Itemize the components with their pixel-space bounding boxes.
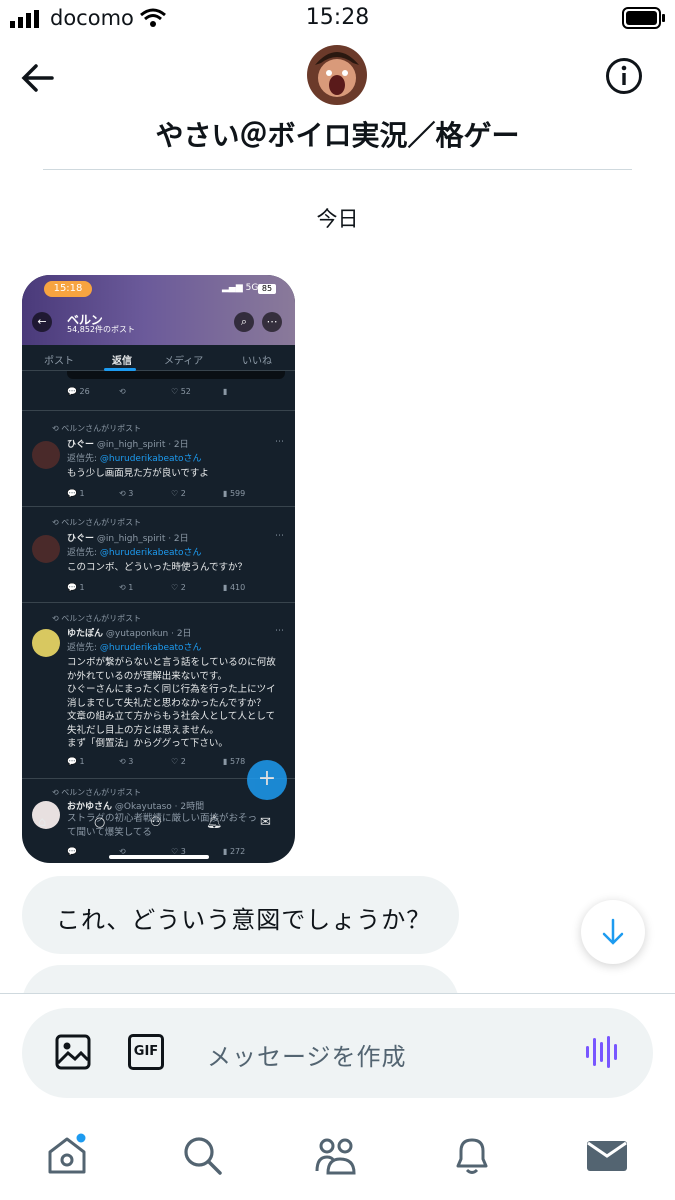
shot-post-actions: 💬 1 ⟲ 3 ♡ 2 ▮ 599 bbox=[67, 489, 246, 498]
like-count: ♡ 52 bbox=[171, 387, 191, 396]
shot-notifications-icon: 🔔︎ bbox=[206, 815, 223, 830]
scroll-to-bottom-button[interactable] bbox=[581, 900, 645, 964]
message-input[interactable]: メッセージを作成 bbox=[207, 1037, 407, 1072]
shot-post-more-icon: ⋯ bbox=[275, 531, 284, 541]
avatar[interactable] bbox=[307, 45, 367, 105]
shot-network: ▂▄▆ 5G bbox=[222, 283, 259, 293]
date-separator: 今日 bbox=[316, 207, 359, 231]
battery-icon bbox=[622, 7, 665, 29]
shot-post-avatar bbox=[32, 535, 60, 563]
conversation-title: やさい＠ボイロ実況／格ゲー bbox=[155, 119, 520, 152]
shot-compose-icon: + bbox=[247, 760, 287, 800]
shot-post-author: ひぐー @in_high_spirit · 2日 bbox=[67, 534, 189, 544]
home-icon[interactable] bbox=[45, 1133, 89, 1177]
shot-profile-posts: 54,852件のポスト bbox=[67, 325, 135, 334]
repost-count: ⟲ bbox=[119, 387, 126, 396]
shot-repost-label: ⟲ ベルンさんがリポスト bbox=[52, 614, 142, 623]
reply-count: 💬 26 bbox=[67, 387, 90, 396]
shot-more-icon: ⋯ bbox=[262, 312, 282, 332]
shot-communities-icon: ⚇ bbox=[150, 815, 162, 830]
shot-repost-label: ⟲ ベルンさんがリポスト bbox=[52, 788, 142, 797]
shot-tab-likes: いいね bbox=[242, 356, 272, 367]
attached-screenshot[interactable]: 15:18 ▂▄▆ 5G 85 ← ベルン 54,852件のポスト ⌕ ⋯ ポス… bbox=[22, 275, 295, 863]
shot-post-text: コンボが繋がらないと言う話をしているのに何故 か外れているのが理解出来ないです。… bbox=[67, 657, 276, 749]
views-count: ▮ bbox=[223, 387, 228, 396]
info-button[interactable] bbox=[604, 56, 644, 96]
shot-post-actions: 💬 1 ⟲ 1 ♡ 2 ▮ 410 bbox=[67, 583, 246, 592]
messages-icon[interactable] bbox=[585, 1133, 629, 1177]
communities-icon[interactable] bbox=[314, 1133, 358, 1177]
shot-search-icon: ⌕ bbox=[234, 312, 254, 332]
shot-post-text: このコンボ、どういった時使うんですか？ bbox=[67, 562, 248, 573]
shot-post-actions: 💬 26 ⟲ ♡ 52 ▮ bbox=[67, 387, 289, 396]
shot-tabs: ポスト 返信 メディア いいね bbox=[22, 345, 295, 371]
voice-waveform-icon[interactable] bbox=[584, 1034, 622, 1070]
shot-home-icon: ⌂ bbox=[38, 815, 47, 830]
shot-post-more-icon: ⋯ bbox=[275, 626, 284, 636]
shot-bottom-nav: ⌂ ○ ⚇ 🔔︎ ✉ bbox=[22, 807, 295, 837]
shot-tab-replies: 返信 bbox=[112, 356, 132, 367]
search-icon[interactable] bbox=[180, 1133, 224, 1177]
arrow-down-icon bbox=[602, 918, 624, 945]
status-bar: docomo 15:28 bbox=[0, 0, 675, 40]
avatar-image bbox=[307, 45, 367, 105]
shot-reply-to: 返信先: @huruderikabeatoさん bbox=[67, 548, 202, 558]
shot-media-fragment bbox=[67, 371, 285, 379]
message-bubble[interactable]: これ、どういう意図でしょうか？ bbox=[22, 876, 459, 954]
shot-messages-icon: ✉ bbox=[260, 815, 271, 830]
shot-post-text: もう少し画面見た方が良いですよ bbox=[67, 468, 209, 479]
shot-post-partial: 💬 26 ⟲ ♡ 52 ▮ bbox=[22, 371, 295, 411]
shot-status-time: 15:18 bbox=[44, 281, 92, 297]
shot-post-author: ひぐー @in_high_spirit · 2日 bbox=[67, 440, 189, 450]
shot-tab-media: メディア bbox=[164, 356, 204, 367]
shot-post-avatar bbox=[32, 441, 60, 469]
notifications-icon[interactable] bbox=[450, 1133, 494, 1177]
gif-button[interactable]: GIF bbox=[128, 1034, 164, 1070]
shot-post-more-icon: ⋯ bbox=[275, 437, 284, 447]
shot-tab-posts: ポスト bbox=[44, 356, 74, 367]
status-time: 15:28 bbox=[305, 5, 370, 30]
header-divider bbox=[43, 169, 632, 170]
message-text: これ、どういう意図でしょうか？ bbox=[56, 906, 432, 934]
shot-battery: 85 bbox=[258, 284, 276, 294]
shot-home-indicator bbox=[109, 855, 209, 859]
image-icon[interactable] bbox=[55, 1034, 91, 1070]
shot-post: ⟲ ベルンさんがリポスト ひぐー @in_high_spirit · 2日 ⋯ … bbox=[22, 411, 295, 507]
back-button[interactable] bbox=[18, 58, 58, 98]
shot-search-icon: ○ bbox=[94, 815, 106, 830]
shot-post: ⟲ ベルンさんがリポスト ひぐー @in_high_spirit · 2日 ⋯ … bbox=[22, 507, 295, 603]
shot-post: ⟲ ベルンさんがリポスト ゆたぽん @yutaponkun · 2日 ⋯ 返信先… bbox=[22, 603, 295, 779]
shot-back-icon: ← bbox=[32, 312, 52, 332]
shot-reply-to: 返信先: @huruderikabeatoさん bbox=[67, 643, 202, 653]
shot-post-author: ゆたぽん @yutaponkun · 2日 bbox=[67, 629, 192, 639]
shot-reply-to: 返信先: @huruderikabeatoさん bbox=[67, 454, 202, 464]
shot-repost-label: ⟲ ベルンさんがリポスト bbox=[52, 424, 142, 433]
shot-post-avatar bbox=[32, 629, 60, 657]
shot-repost-label: ⟲ ベルンさんがリポスト bbox=[52, 518, 142, 527]
